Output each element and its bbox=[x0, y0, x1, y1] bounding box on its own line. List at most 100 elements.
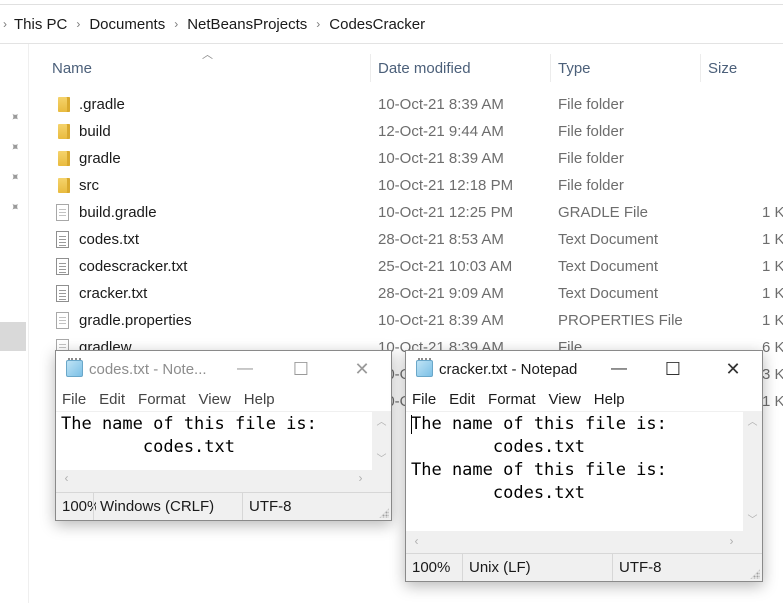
window-title: cracker.txt - Notepad bbox=[439, 361, 578, 378]
vertical-scrollbar[interactable]: ︿ ﹀ bbox=[744, 412, 761, 531]
file-row[interactable]: codescracker.txt 25-Oct-21 10:03 AM Text… bbox=[0, 254, 783, 281]
scroll-down-icon[interactable]: ﹀ bbox=[744, 512, 761, 529]
breadcrumb-documents[interactable]: Documents bbox=[89, 16, 165, 33]
file-name: gradle.properties bbox=[79, 312, 192, 329]
menu-file[interactable]: File bbox=[412, 391, 436, 408]
column-header-type-label: Type bbox=[558, 59, 591, 77]
file-row[interactable]: .gradle 10-Oct-21 8:39 AM File folder bbox=[0, 92, 783, 119]
file-size: 1 K bbox=[762, 312, 783, 329]
menu-bar: File Edit Format View Help bbox=[406, 387, 762, 411]
chevron-right-icon[interactable]: › bbox=[3, 17, 7, 31]
status-zoom: 100% bbox=[62, 498, 96, 515]
scroll-left-icon[interactable]: ‹ bbox=[58, 470, 75, 487]
breadcrumb-netbeansprojects[interactable]: NetBeansProjects bbox=[187, 16, 307, 33]
chevron-right-icon[interactable]: › bbox=[174, 17, 178, 31]
file-icon bbox=[56, 312, 69, 329]
file-type: File folder bbox=[558, 96, 624, 113]
chevron-right-icon[interactable]: › bbox=[316, 17, 320, 31]
file-name: gradle bbox=[79, 150, 121, 167]
file-size: 3 K bbox=[762, 366, 783, 383]
horizontal-scrollbar[interactable]: ‹ › bbox=[56, 470, 373, 487]
minimize-button[interactable]: — bbox=[596, 351, 642, 387]
file-date: 28-Oct-21 8:53 AM bbox=[378, 231, 504, 248]
menu-file[interactable]: File bbox=[62, 391, 86, 408]
menu-format[interactable]: Format bbox=[488, 391, 536, 408]
breadcrumb-this-pc[interactable]: This PC bbox=[14, 16, 67, 33]
scroll-down-icon[interactable]: ﹀ bbox=[373, 451, 390, 468]
folder-icon bbox=[58, 178, 70, 193]
column-header-type[interactable]: Type bbox=[558, 50, 591, 86]
column-header-name-label: Name bbox=[52, 59, 93, 77]
file-row[interactable]: codes.txt 28-Oct-21 8:53 AM Text Documen… bbox=[0, 227, 783, 254]
menu-bar: File Edit Format View Help bbox=[56, 387, 391, 411]
file-date: 10-Oct-21 12:25 PM bbox=[378, 204, 514, 221]
scroll-up-icon[interactable]: ︿ bbox=[373, 414, 390, 431]
text-editor[interactable]: The name of this file is: codes.txt The … bbox=[406, 412, 743, 531]
file-row[interactable]: src 10-Oct-21 12:18 PM File folder bbox=[0, 173, 783, 200]
breadcrumb-codescracker[interactable]: CodesCracker bbox=[329, 16, 425, 33]
text-cursor bbox=[411, 415, 412, 434]
scroll-right-icon[interactable]: › bbox=[352, 470, 369, 487]
column-separator[interactable] bbox=[700, 54, 701, 82]
column-separator[interactable] bbox=[370, 54, 371, 82]
column-header-size[interactable]: Size bbox=[708, 50, 737, 86]
horizontal-scrollbar[interactable]: ‹ › bbox=[406, 533, 744, 550]
status-line-ending: Windows (CRLF) bbox=[93, 493, 243, 520]
file-row[interactable]: cracker.txt 28-Oct-21 9:09 AM Text Docum… bbox=[0, 281, 783, 308]
file-size: 1 K bbox=[762, 204, 783, 221]
text-file-icon bbox=[56, 231, 69, 248]
address-bar-breadcrumb[interactable]: › This PC › Documents › NetBeansProjects… bbox=[0, 6, 783, 42]
status-bar: 100% Unix (LF) UTF-8 bbox=[406, 553, 762, 581]
menu-edit[interactable]: Edit bbox=[449, 391, 475, 408]
text-file-icon bbox=[56, 285, 69, 302]
chevron-right-icon[interactable]: › bbox=[76, 17, 80, 31]
text-editor[interactable]: The name of this file is: codes.txt bbox=[56, 412, 372, 470]
file-size: 1 K bbox=[762, 258, 783, 275]
notepad-window-cracker[interactable]: cracker.txt - Notepad — ☐ ✕ File Edit Fo… bbox=[405, 350, 763, 582]
file-row[interactable]: build 12-Oct-21 9:44 AM File folder bbox=[0, 119, 783, 146]
file-date: 12-Oct-21 9:44 AM bbox=[378, 123, 504, 140]
column-header-date-modified[interactable]: Date modified bbox=[378, 50, 471, 86]
text-file-icon bbox=[56, 258, 69, 275]
column-header-name[interactable]: Name bbox=[52, 50, 92, 86]
vertical-scrollbar[interactable]: ︿ ﹀ bbox=[373, 412, 390, 470]
title-bar[interactable]: codes.txt - Note... — ☐ ✕ bbox=[56, 351, 391, 387]
menu-help[interactable]: Help bbox=[594, 391, 625, 408]
file-row[interactable]: build.gradle 10-Oct-21 12:25 PM GRADLE F… bbox=[0, 200, 783, 227]
status-line-ending: Unix (LF) bbox=[462, 554, 612, 581]
file-size: 1 K bbox=[762, 393, 783, 410]
menu-edit[interactable]: Edit bbox=[99, 391, 125, 408]
folder-icon bbox=[58, 151, 70, 166]
maximize-button[interactable]: ☐ bbox=[278, 351, 324, 387]
file-size: 1 K bbox=[762, 285, 783, 302]
menu-view[interactable]: View bbox=[199, 391, 231, 408]
scroll-left-icon[interactable]: ‹ bbox=[408, 533, 425, 550]
file-type: File folder bbox=[558, 123, 624, 140]
file-type: Text Document bbox=[558, 258, 659, 275]
close-button[interactable]: ✕ bbox=[710, 351, 756, 387]
menu-help[interactable]: Help bbox=[244, 391, 275, 408]
scroll-up-icon[interactable]: ︿ bbox=[744, 414, 761, 431]
file-size: 1 K bbox=[762, 231, 783, 248]
file-size: 6 K bbox=[762, 339, 783, 356]
title-bar[interactable]: cracker.txt - Notepad — ☐ ✕ bbox=[406, 351, 762, 387]
menu-format[interactable]: Format bbox=[138, 391, 186, 408]
notepad-window-codes[interactable]: codes.txt - Note... — ☐ ✕ File Edit Form… bbox=[55, 350, 392, 521]
file-name: build.gradle bbox=[79, 204, 157, 221]
minimize-button[interactable]: — bbox=[222, 351, 268, 387]
window-title: codes.txt - Note... bbox=[89, 361, 207, 378]
maximize-button[interactable]: ☐ bbox=[650, 351, 696, 387]
scroll-right-icon[interactable]: › bbox=[723, 533, 740, 550]
menu-view[interactable]: View bbox=[549, 391, 581, 408]
sort-ascending-icon: ︿ bbox=[202, 49, 213, 61]
file-date: 10-Oct-21 8:39 AM bbox=[378, 150, 504, 167]
column-separator[interactable] bbox=[550, 54, 551, 82]
file-row[interactable]: gradle.properties 10-Oct-21 8:39 AM PROP… bbox=[0, 308, 783, 335]
window-top-border bbox=[0, 4, 783, 5]
address-bar-divider bbox=[0, 43, 783, 44]
file-type: Text Document bbox=[558, 285, 659, 302]
file-type: File folder bbox=[558, 177, 624, 194]
close-button[interactable]: ✕ bbox=[339, 351, 385, 387]
file-icon bbox=[56, 204, 69, 221]
file-row[interactable]: gradle 10-Oct-21 8:39 AM File folder bbox=[0, 146, 783, 173]
